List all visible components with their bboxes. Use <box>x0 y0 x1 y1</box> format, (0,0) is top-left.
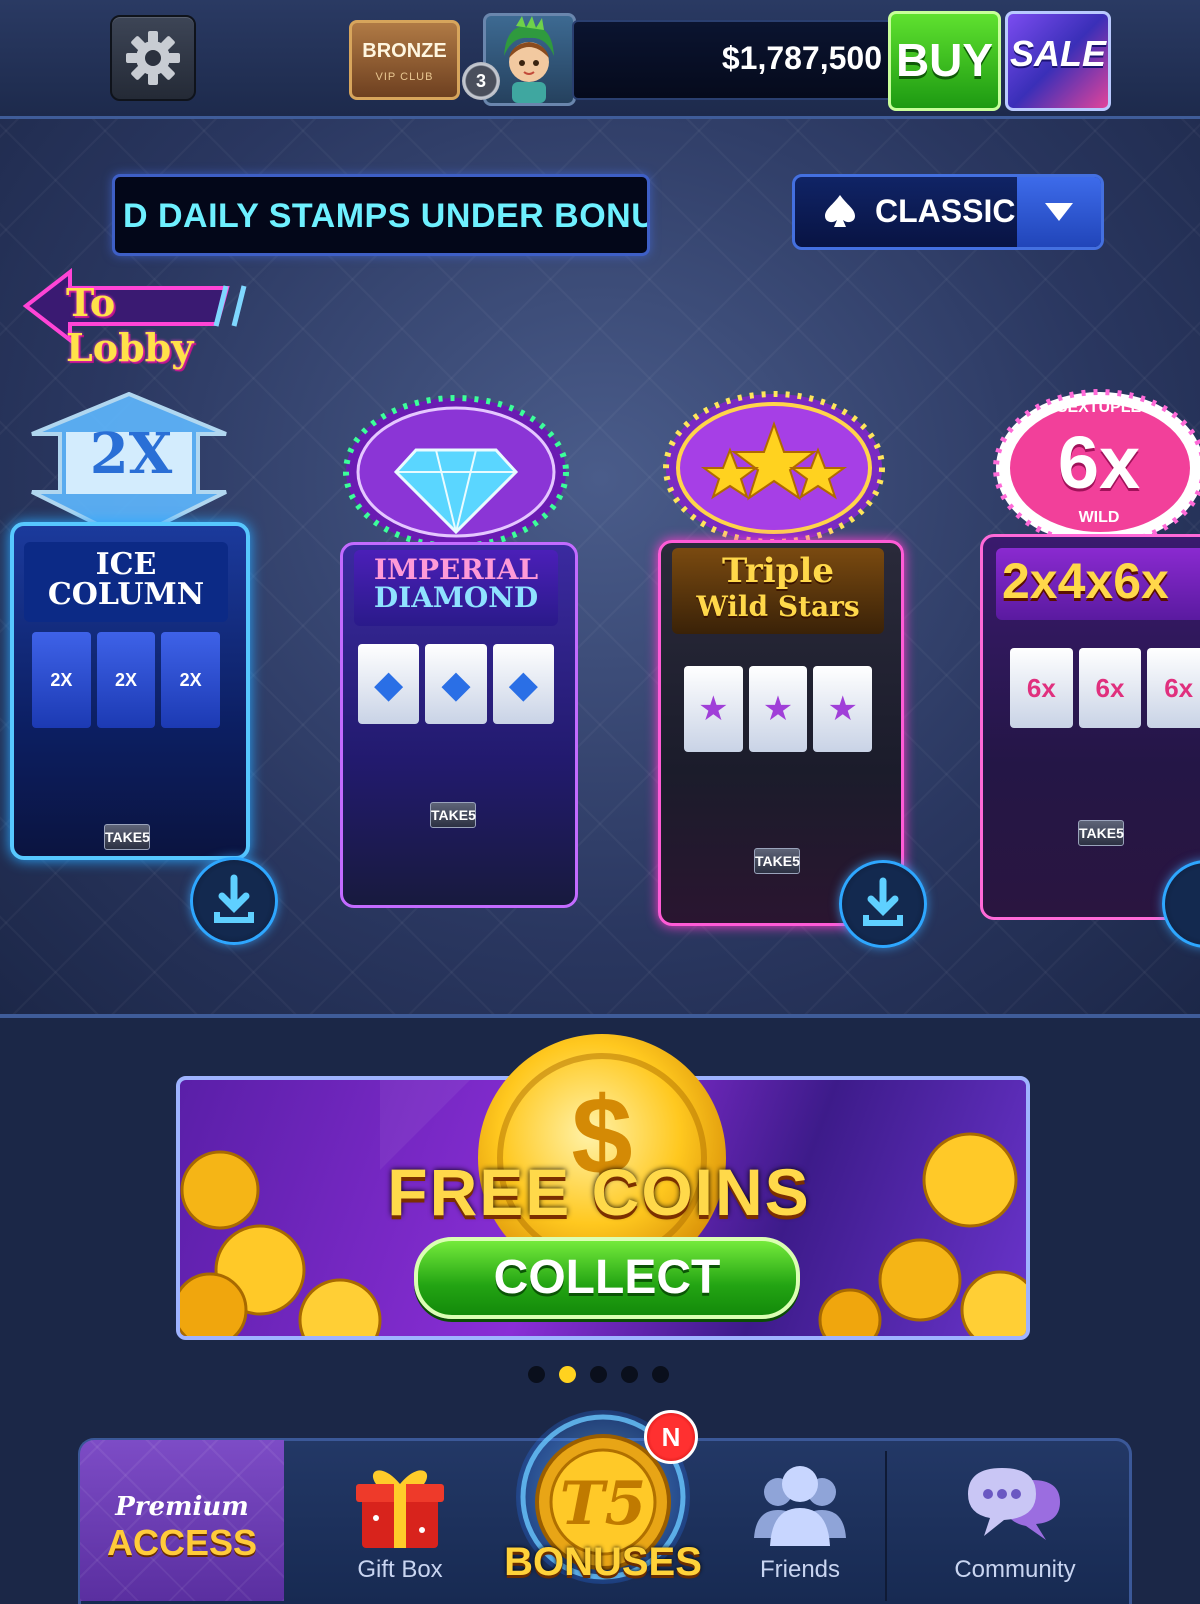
floor-divider <box>0 1014 1200 1018</box>
imperial-reels: ◆ ◆ ◆ <box>358 644 554 724</box>
friends-icon <box>754 1466 846 1546</box>
stars-title: Triple Wild Stars <box>672 548 884 634</box>
pager-dot-5[interactable] <box>652 1366 669 1383</box>
reel: ★ <box>684 666 743 752</box>
download-ice-column-button[interactable] <box>190 857 278 945</box>
reel: 2X <box>96 632 156 728</box>
level-badge: 3 <box>462 62 500 100</box>
collect-button[interactable]: COLLECT <box>414 1237 800 1319</box>
balance-bar: $1,787,500 <box>572 20 896 100</box>
settings-button[interactable] <box>110 15 196 101</box>
to-lobby-button[interactable]: To Lobby <box>22 268 250 370</box>
ice-reels: 2X 2X 2X <box>32 632 221 728</box>
spade-icon <box>825 195 855 227</box>
chevron-down-icon <box>1045 203 1073 221</box>
download-icon <box>214 874 254 923</box>
diamond-topper-icon <box>343 395 569 549</box>
sale-button[interactable]: SALE <box>1005 11 1111 111</box>
banner-pager <box>528 1366 669 1383</box>
reel: ◆ <box>492 644 554 724</box>
stars-title-line2: Wild Stars <box>696 590 860 623</box>
friends-label: Friends <box>759 1556 841 1583</box>
stars-topper-icon <box>663 391 885 545</box>
reel: ◆ <box>425 644 487 724</box>
buy-button[interactable]: BUY <box>888 11 1001 111</box>
nav-gift-box[interactable]: Gift Box <box>300 1438 500 1601</box>
6x-topper-wild: WILD <box>1078 509 1120 526</box>
news-ticker: D DAILY STAMPS UNDER BONU <box>112 174 650 256</box>
stars-title-line1: Triple <box>722 551 834 591</box>
pager-dot-2[interactable] <box>559 1366 576 1383</box>
reel: 6x <box>1010 648 1073 728</box>
6x-topper-sub: SEXTUPLE <box>1056 399 1142 416</box>
pager-dot-3[interactable] <box>590 1366 607 1383</box>
dropdown-toggle[interactable] <box>1017 177 1101 247</box>
download-triple-wild-stars-button[interactable] <box>839 860 927 948</box>
ticker-text: D DAILY STAMPS UNDER BONU <box>123 197 650 235</box>
ice-title-line2: COLUMN <box>47 577 205 612</box>
reel: ★ <box>748 666 808 752</box>
player-avatar[interactable] <box>483 13 576 106</box>
takes-plate: TAKE5 <box>1078 820 1124 846</box>
free-coins-title: FREE COINS <box>387 1155 811 1229</box>
premium-label: Premium <box>115 1492 249 1522</box>
vip-club-label: VIP CLUB <box>375 71 434 83</box>
svg-text:T5: T5 <box>560 1469 646 1539</box>
access-label: ACCESS <box>106 1522 258 1563</box>
imperial-title: IMPERIAL DIAMOND <box>354 550 558 626</box>
nav-friends[interactable]: Friends <box>700 1438 900 1601</box>
community-label: Community <box>954 1556 1076 1583</box>
takes-plate: TAKE5 <box>104 824 150 850</box>
takes-plate: TAKE5 <box>430 802 476 828</box>
download-icon <box>863 877 903 926</box>
slot-machine-sextuple-wild[interactable]: 6x SEXTUPLE WILD 2x4x6x 6x 6x 6x TAKE5 <box>960 386 1200 946</box>
slot-machine-triple-wild-stars[interactable]: Triple Wild Stars ★ ★ ★ TAKE5 <box>644 380 912 940</box>
ice-title: ICE COLUMN <box>24 542 228 622</box>
reel: ★ <box>813 666 873 752</box>
bonuses-label: BONUSES <box>504 1540 702 1584</box>
slot-machine-imperial-diamond[interactable]: IMPERIAL DIAMOND ◆ ◆ ◆ TAKE5 <box>318 392 594 932</box>
nav-community[interactable]: Community <box>910 1438 1120 1601</box>
reel: 6x <box>1147 648 1200 728</box>
nav-premium-access[interactable]: Premium ACCESS <box>80 1440 284 1601</box>
gear-icon <box>126 31 180 85</box>
vip-club-badge[interactable]: BRONZE VIP CLUB <box>349 20 460 100</box>
gift-box-icon <box>356 1470 444 1548</box>
reel: ◆ <box>358 644 420 724</box>
imperial-title-line2: DIAMOND <box>373 581 539 614</box>
gift-box-label: Gift Box <box>357 1556 443 1583</box>
pager-dot-1[interactable] <box>528 1366 545 1383</box>
pager-dot-4[interactable] <box>621 1366 638 1383</box>
to-lobby-label: To Lobby <box>66 280 194 370</box>
avatar-icon <box>504 16 554 103</box>
6x-reels: 6x 6x 6x <box>1010 648 1200 728</box>
ice-topper-label: 2X <box>89 421 173 487</box>
reel: 2X <box>161 632 221 728</box>
reel: 2X <box>32 632 91 728</box>
category-dropdown[interactable]: CLASSIC <box>792 174 1104 250</box>
category-label: CLASSIC <box>875 193 1016 229</box>
6x-topper-label: 6x <box>1057 421 1141 504</box>
reel: 6x <box>1078 648 1142 728</box>
stars-reels: ★ ★ ★ <box>684 666 873 752</box>
takes-plate: TAKE5 <box>754 848 800 874</box>
coin-balance: $1,787,500 <box>721 40 882 76</box>
chat-bubbles-icon <box>968 1468 1060 1540</box>
new-badge: N <box>644 1410 698 1464</box>
vip-tier-label: BRONZE <box>362 40 447 62</box>
6x-title: 2x4x6x <box>996 548 1200 620</box>
